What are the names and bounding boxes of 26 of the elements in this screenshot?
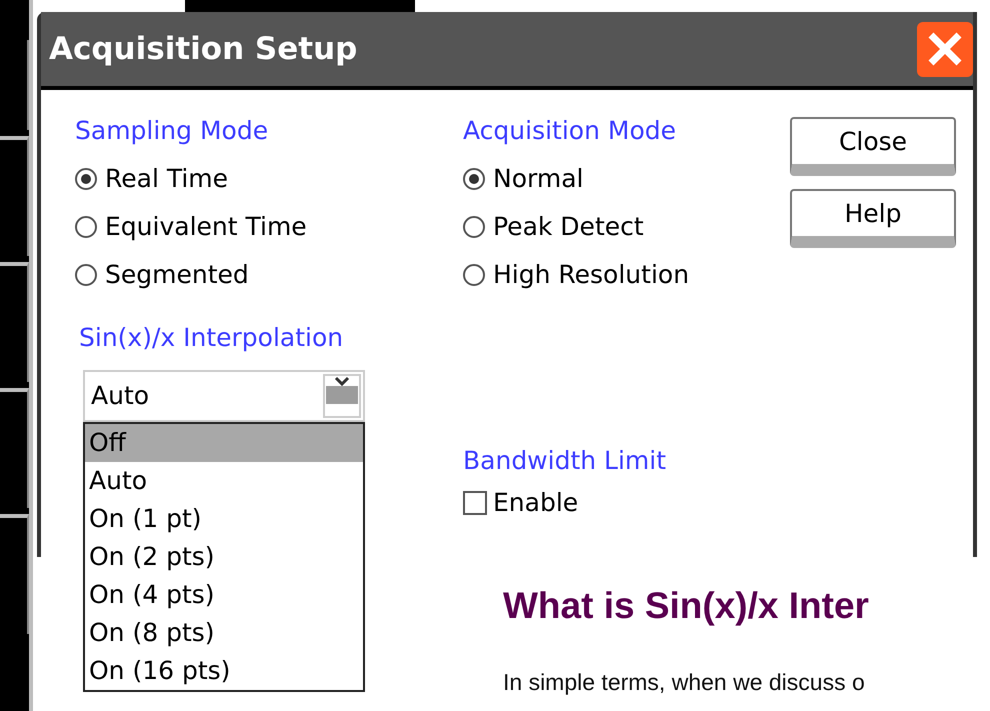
radio-label: High Resolution [493,259,690,292]
radio-button[interactable] [75,216,97,238]
dropdown-option[interactable]: Off [85,424,363,462]
radio-button[interactable] [463,216,485,238]
dialog-button[interactable]: Help [790,189,956,248]
checkbox[interactable] [463,491,487,515]
dropdown-field[interactable]: Auto [83,370,365,422]
checkbox-label: Enable [493,487,578,520]
section-label: Acquisition Mode [463,115,676,148]
radio-button[interactable] [463,168,485,190]
dialog-button[interactable]: Close [790,117,956,176]
radio-button[interactable] [463,264,485,286]
radio-label: Equivalent Time [105,211,307,244]
radio-label: Normal [493,163,584,196]
section-label: Sampling Mode [75,115,268,148]
radio-button[interactable] [75,264,97,286]
section-label: Sin(x)/x Interpolation [79,322,344,354]
radio-button[interactable] [75,168,97,190]
article-heading: What is Sin(x)/x Inter [503,584,870,628]
close-button[interactable] [917,22,973,76]
article-text: In simple terms, when we discuss o [503,668,866,696]
radio-label: Real Time [105,163,228,196]
radio-label: Peak Detect [493,211,644,244]
window-title: Acquisition Setup [49,30,358,69]
radio-label: Segmented [105,259,249,292]
section-label: Bandwidth Limit [463,445,666,478]
